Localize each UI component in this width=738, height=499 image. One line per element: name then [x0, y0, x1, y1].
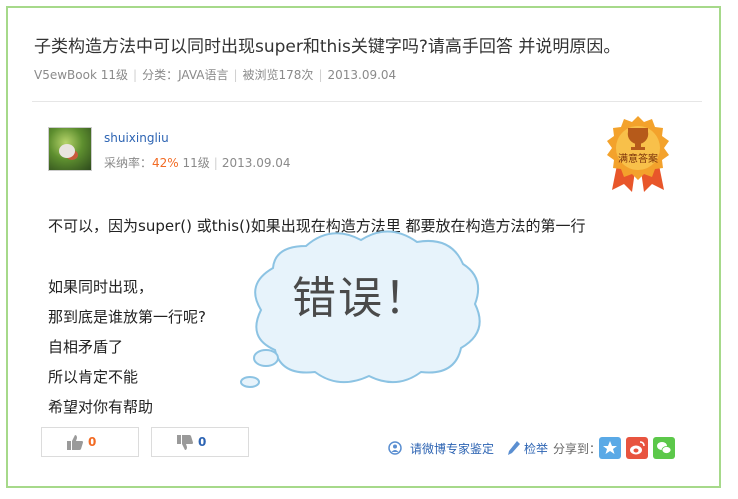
- question-title: 子类构造方法中可以同时出现super和this关键字吗?请高手回答 并说明原因。: [34, 37, 621, 57]
- question-date: 2013.09.04: [327, 68, 397, 82]
- downvote-count: 0: [198, 435, 207, 449]
- weibo-expert-link[interactable]: 请微博专家鉴定: [410, 440, 494, 457]
- report-link[interactable]: 检举: [524, 440, 548, 457]
- upvote-count: 0: [88, 435, 97, 449]
- answer-line-6: 希望对你有帮助: [48, 398, 154, 416]
- expert-icon: [388, 441, 402, 455]
- answer-line-5: 所以肯定不能: [48, 368, 139, 386]
- badge-text: 满意答案: [618, 152, 658, 165]
- thumb-down-icon: [177, 435, 193, 450]
- downvote-button[interactable]: 0: [151, 427, 249, 457]
- thumb-up-icon: [67, 435, 83, 450]
- answer-line-2: 如果同时出现，: [48, 278, 154, 296]
- answer-line-4: 自相矛盾了: [48, 338, 124, 356]
- question-meta: V5ewBook 11级 | 分类：JAVA语言 | 被浏览178次 | 2013.09.0…: [34, 68, 397, 82]
- answer-line-3: 那到底是谁放第一行呢?: [48, 308, 206, 326]
- share-weibo-button[interactable]: [626, 437, 648, 459]
- answer-user-name[interactable]: shuixingliu: [104, 131, 169, 145]
- wechat-icon: [657, 442, 672, 454]
- answer-user-level: 11级: [182, 156, 210, 170]
- satisfied-answer-badge: 满意答案: [607, 116, 669, 192]
- pen-icon: [508, 441, 520, 455]
- adopt-rate: 42%: [152, 156, 179, 170]
- question-author[interactable]: V5ewBook: [34, 68, 97, 82]
- answer-user-meta: 采纳率：42% 11级 | 2013.09.04: [104, 156, 291, 170]
- answer-date: 2013.09.04: [221, 156, 291, 170]
- share-label: 分享到：: [553, 442, 602, 456]
- adopt-label: 采纳率：: [104, 156, 153, 170]
- question-category[interactable]: 分类：JAVA语言: [142, 68, 228, 82]
- upvote-button[interactable]: 0: [41, 427, 139, 457]
- divider: [32, 101, 702, 102]
- question-views: 被浏览178次: [242, 68, 314, 82]
- question-author-level: 11级: [100, 68, 129, 82]
- share-wechat-button[interactable]: [653, 437, 675, 459]
- weibo-icon: [630, 441, 645, 455]
- share-qzone-button[interactable]: [599, 437, 621, 459]
- qzone-icon: [603, 441, 617, 454]
- avatar[interactable]: [48, 127, 92, 171]
- error-overlay-text: 错误！: [292, 273, 430, 324]
